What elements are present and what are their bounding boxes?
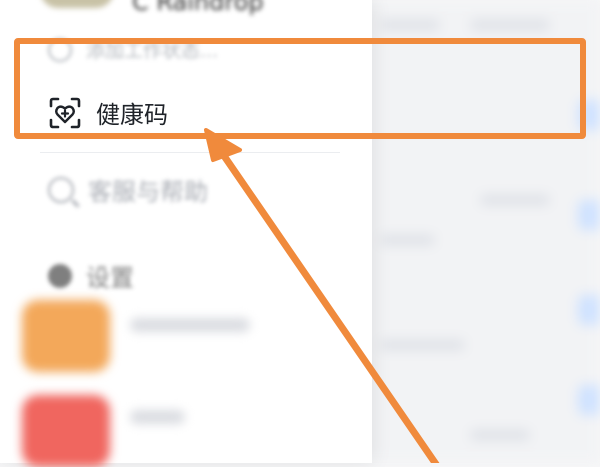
bg-row xyxy=(470,20,550,30)
user-name: C Raindrop xyxy=(132,0,264,16)
bg-accent xyxy=(578,200,600,230)
side-menu: C Raindrop 添加工作状态... 健康码 客服与帮助 设置 xyxy=(0,0,372,463)
search-icon xyxy=(48,176,74,203)
health-code-label: 健康码 xyxy=(96,101,168,129)
bg-accent xyxy=(578,100,600,130)
menu-divider xyxy=(40,152,340,153)
bg-row xyxy=(380,340,465,350)
help-label: 客服与帮助 xyxy=(88,178,208,206)
app-tile-orange[interactable] xyxy=(22,300,110,372)
bg-row xyxy=(480,195,550,205)
settings-item[interactable]: 设置 xyxy=(48,258,134,293)
help-item[interactable]: 客服与帮助 xyxy=(48,172,208,207)
health-code-icon xyxy=(49,97,81,128)
settings-label: 设置 xyxy=(86,264,134,292)
bg-row xyxy=(470,430,530,440)
work-status-placeholder: 添加工作状态... xyxy=(86,40,219,62)
avatar[interactable] xyxy=(40,0,114,8)
gear-icon xyxy=(48,263,72,288)
bg-bar xyxy=(130,318,250,332)
health-code-item[interactable]: 健康码 xyxy=(48,95,168,130)
bg-row xyxy=(380,235,435,245)
bg-accent xyxy=(578,295,600,325)
status-icon xyxy=(48,37,72,62)
bg-row xyxy=(380,20,440,30)
app-tile-red[interactable] xyxy=(22,395,110,467)
bg-accent xyxy=(578,385,600,415)
bg-bar xyxy=(130,410,185,424)
work-status-item[interactable]: 添加工作状态... xyxy=(48,36,218,63)
